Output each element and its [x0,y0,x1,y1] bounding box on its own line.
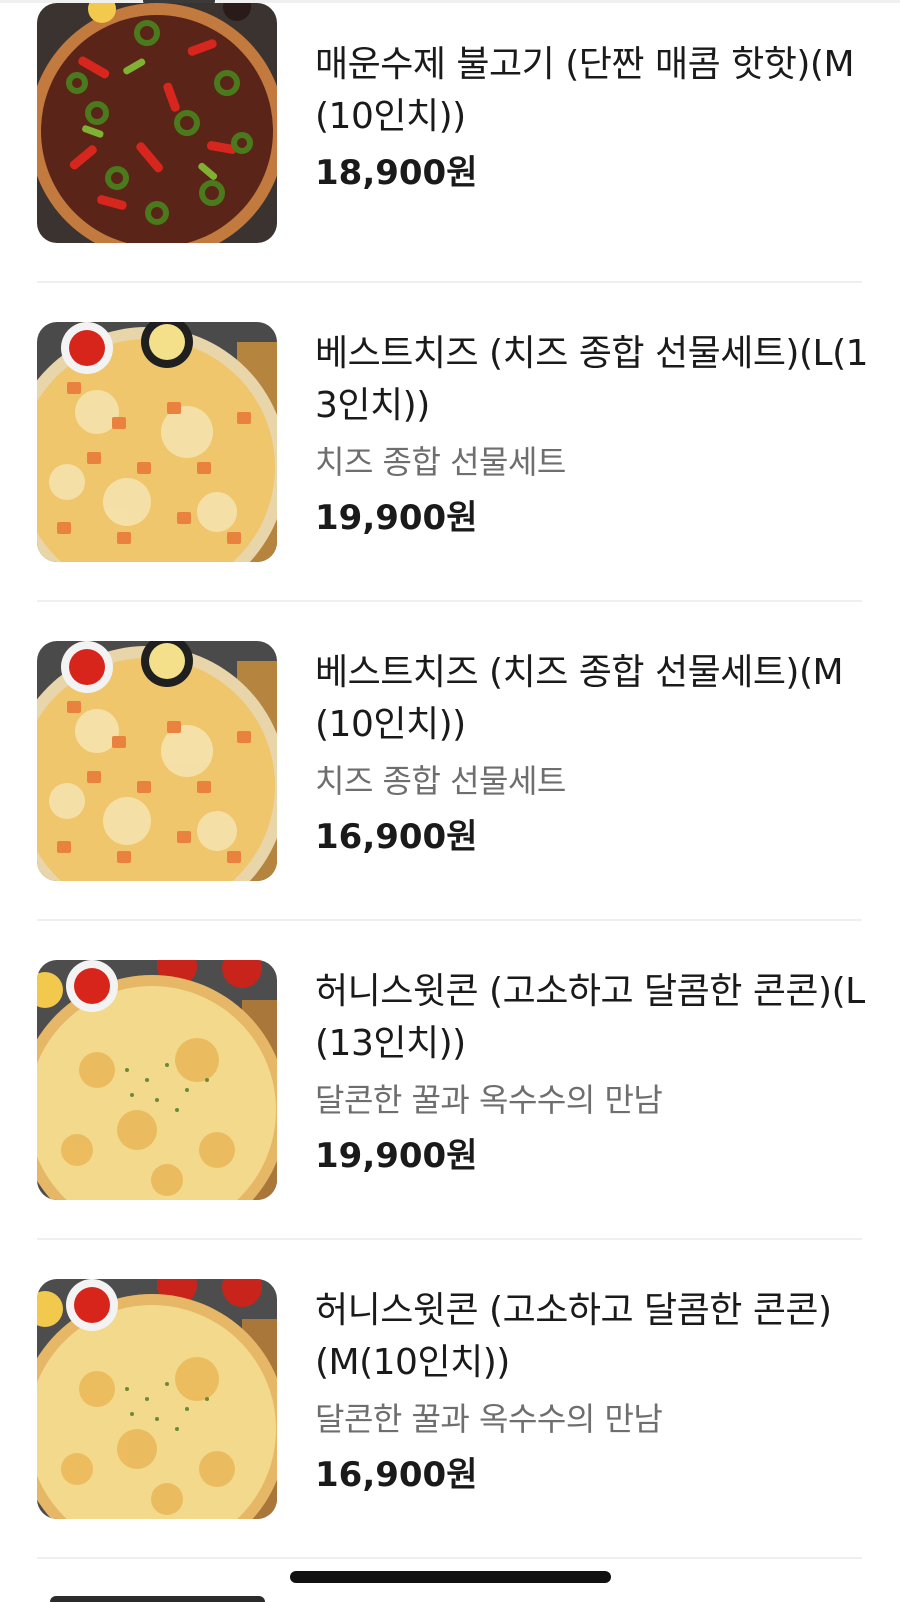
menu-item-price: 19,900원 [315,498,478,538]
next-menu-item-photo-peek[interactable] [50,1596,265,1602]
pizza-image [37,322,277,562]
pizza-image [37,960,277,1200]
home-indicator[interactable] [290,1571,611,1583]
menu-item-description: 달콘한 꿀과 옥수수의 만남 [315,1400,663,1438]
menu-item-price: 16,900원 [315,1455,478,1495]
menu-item-name: 베스트치즈 (치즈 종합 선물세트)(M(10인치)) [315,652,844,745]
menu-item-description: 달콘한 꿀과 옥수수의 만남 [315,1081,663,1119]
menu-item-name: 허니스윗콘 (고소하고 달콤한 콘콘)(M(10인치)) [315,1290,832,1383]
menu-item-photo[interactable] [37,322,277,562]
pizza-image [37,1279,277,1519]
divider [37,1238,862,1240]
menu-item-description: 치즈 종합 선물세트 [315,762,566,800]
menu-item-name: 허니스윗콘 (고소하고 달콤한 콘콘)(L(13인치)) [315,971,865,1064]
menu-item-price: 16,900원 [315,817,478,857]
divider [37,600,862,602]
menu-item-photo[interactable] [37,641,277,881]
menu-item-photo[interactable] [37,1279,277,1519]
menu-item-price: 19,900원 [315,1136,478,1176]
menu-item-honey-sweet-corn-m[interactable]: 허니스윗콘 (고소하고 달콤한 콘콘)(M(10인치)) 달콘한 꿀과 옥수수의… [37,0,862,1519]
divider [37,919,862,921]
pizza-image [37,641,277,881]
menu-item-description: 치즈 종합 선물세트 [315,443,566,481]
menu-item-photo[interactable] [37,960,277,1200]
divider [37,1557,862,1559]
menu-item-name: 베스트치즈 (치즈 종합 선물세트)(L(13인치)) [315,333,869,426]
divider [37,281,862,283]
